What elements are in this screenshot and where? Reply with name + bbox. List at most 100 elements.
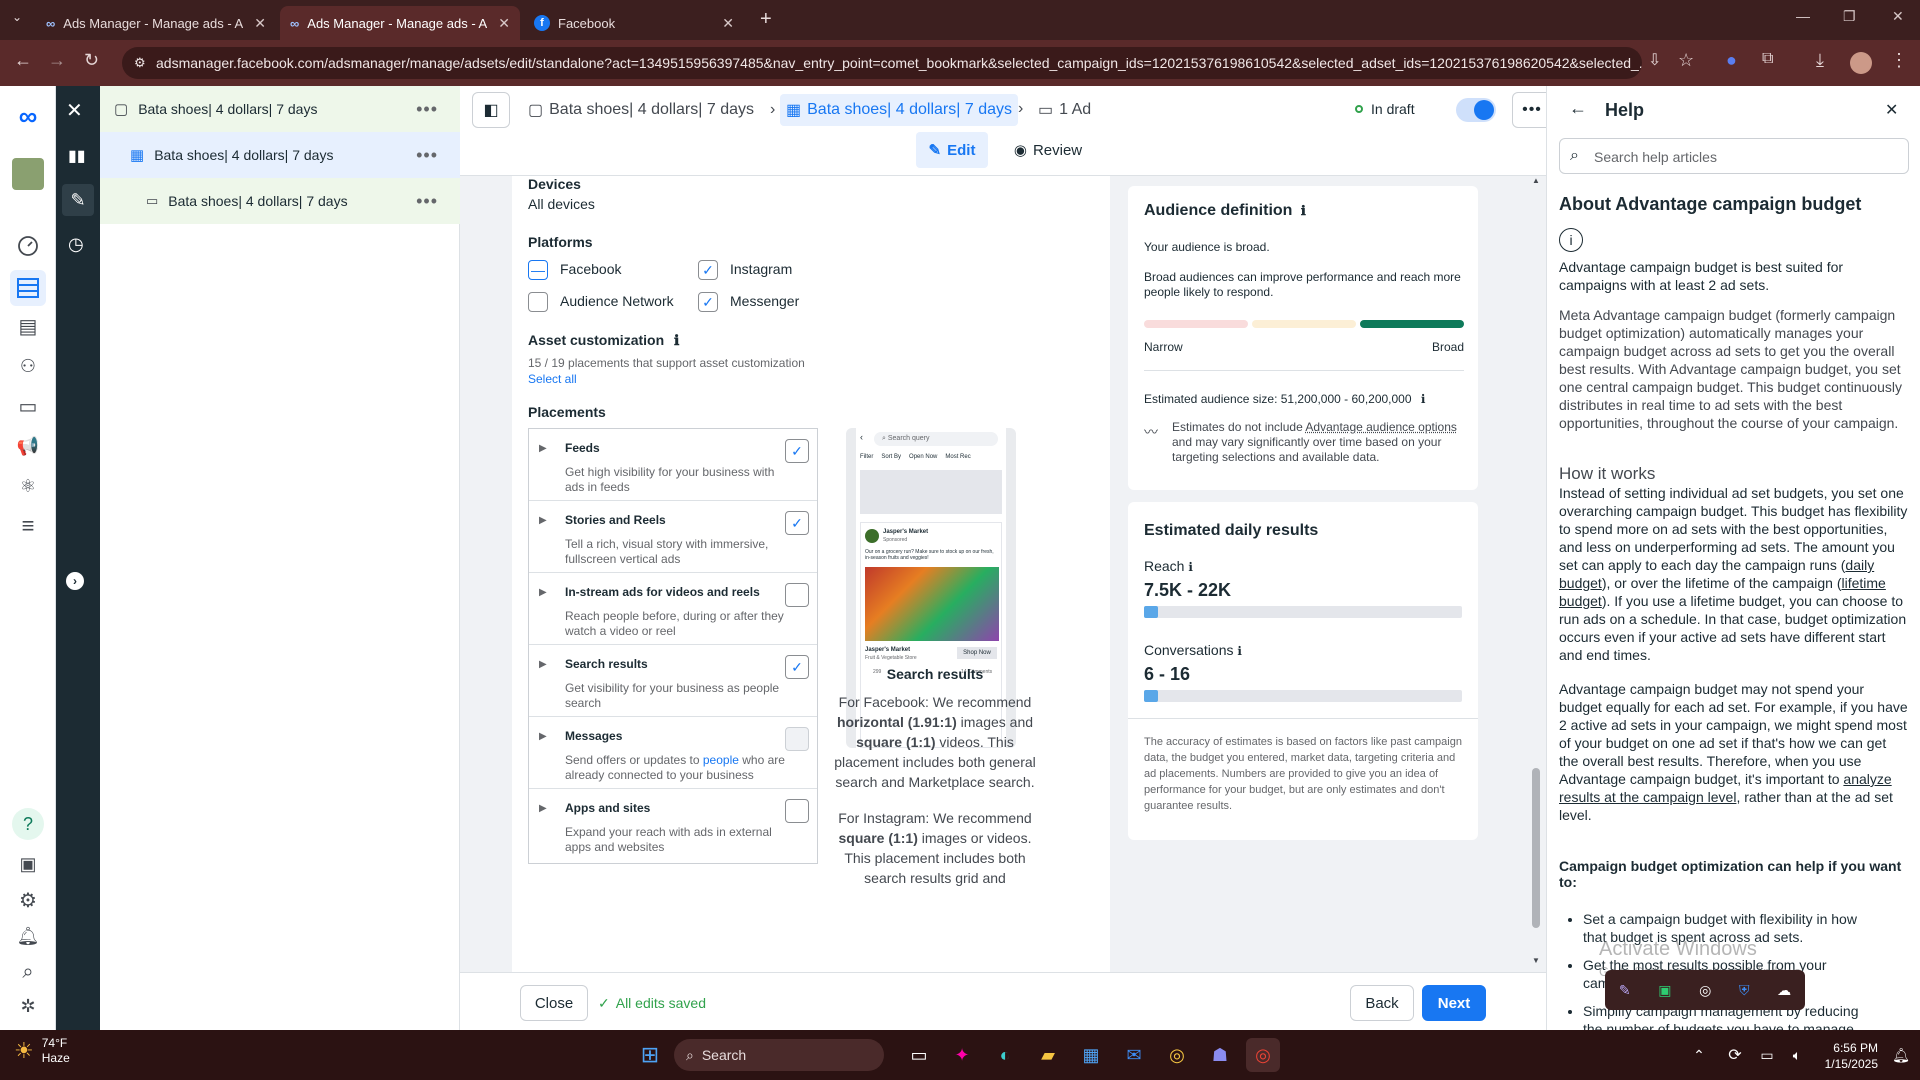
expand-triangle-icon[interactable]: ▶ (539, 515, 547, 526)
campaigns-table-icon[interactable] (10, 270, 46, 306)
puzzle-icon[interactable]: ⧉ (1762, 50, 1773, 68)
expand-triangle-icon[interactable]: ▶ (539, 587, 547, 598)
placement-apps-sites[interactable]: ▶ Apps and sites Expand your reach with … (529, 789, 817, 861)
expand-triangle-icon[interactable]: ▶ (539, 443, 547, 454)
outlook-icon[interactable]: ✉ (1117, 1038, 1151, 1072)
placement-instream[interactable]: ▶ In-stream ads for videos and reels Rea… (529, 573, 817, 645)
placement-checkbox[interactable] (785, 799, 809, 823)
more-options-icon[interactable]: ••• (416, 191, 438, 212)
expand-icon[interactable]: › (66, 572, 84, 590)
bookmark-star-icon[interactable]: ☆ (1678, 50, 1694, 71)
pages-icon[interactable]: ▤ (14, 312, 42, 340)
facebook-checkbox[interactable]: — (528, 260, 548, 280)
placement-search-results[interactable]: ▶ Search results Get visibility for your… (529, 645, 817, 717)
chrome-icon[interactable]: ◎ (1160, 1038, 1194, 1072)
browser-menu-icon[interactable]: ⋮ (1890, 50, 1908, 71)
info-icon[interactable]: ℹ (1188, 560, 1193, 574)
help-back-arrow-icon[interactable]: ← (1569, 98, 1587, 119)
back-arrow-icon[interactable]: ← (14, 50, 32, 71)
start-button[interactable]: ⊞ (633, 1038, 667, 1072)
toggle-panel-button[interactable]: ◧ (472, 92, 510, 128)
meta-logo-icon[interactable]: ∞ (14, 101, 42, 131)
notifications-bell-icon[interactable]: 🔔︎ (14, 922, 42, 950)
minimize-button[interactable]: — (1796, 8, 1810, 24)
browser-tab-1[interactable]: ∞ Ads Manager - Manage ads - A ✕ (36, 6, 276, 40)
select-all-link[interactable]: Select all (528, 372, 577, 386)
sync-icon[interactable]: ⟳ (1718, 1038, 1752, 1072)
restore-button[interactable]: ❐ (1843, 8, 1856, 25)
next-button[interactable]: Next (1422, 985, 1486, 1021)
defender-icon[interactable]: ⛨ (1739, 982, 1750, 999)
download-icon[interactable]: ⤓ (1816, 50, 1824, 71)
help-icon[interactable]: ? (12, 808, 44, 840)
info-icon[interactable]: ℹ (1421, 392, 1426, 406)
close-window-button[interactable]: ✕ (1892, 8, 1904, 25)
tree-item-campaign[interactable]: ▢ Bata shoes| 4 dollars| 7 days ••• (100, 86, 460, 132)
scroll-down-arrow-icon[interactable]: ▼ (1532, 956, 1540, 965)
url-field[interactable]: ⚙ adsmanager.facebook.com/adsmanager/man… (122, 47, 1642, 79)
site-info-icon[interactable]: ⚙ (134, 55, 146, 71)
account-avatar[interactable] (12, 158, 44, 190)
store-icon[interactable]: ▦ (1074, 1038, 1108, 1072)
close-icon[interactable]: ✕ (722, 15, 734, 32)
info-icon[interactable]: ℹ (674, 332, 679, 348)
notifications-icon[interactable]: 🔔︎ (1884, 1038, 1918, 1072)
app-icon[interactable]: ▣ (1658, 982, 1671, 999)
breadcrumb-campaign[interactable]: ▢ Bata shoes| 4 dollars| 7 days › (528, 100, 775, 120)
scroll-up-arrow-icon[interactable]: ▲ (1532, 176, 1540, 185)
debug-bug-icon[interactable]: ✲ (14, 992, 42, 1020)
instagram-checkbox[interactable]: ✓ (698, 260, 718, 280)
placement-checkbox[interactable] (785, 583, 809, 607)
browser-tab-2[interactable]: ∞ Ads Manager - Manage ads - A ✕ (280, 6, 520, 40)
all-tools-menu-icon[interactable]: ≡ (14, 512, 42, 540)
on-off-toggle[interactable] (1456, 98, 1496, 122)
extension-icon[interactable]: ● (1726, 50, 1737, 71)
review-tab[interactable]: ◉ Review (1006, 132, 1090, 168)
messenger-checkbox[interactable]: ✓ (698, 292, 718, 312)
billing-icon[interactable]: ▭ (14, 392, 42, 420)
volume-icon[interactable]: 🔈︎ (1780, 1038, 1814, 1072)
breadcrumb-adset[interactable]: ▦ Bata shoes| 4 dollars| 7 days (780, 94, 1018, 126)
advantage-audience-link[interactable]: Advantage audience options (1305, 420, 1456, 434)
placement-checkbox[interactable]: ✓ (785, 439, 809, 463)
weather-widget[interactable]: ☀ 74°F Haze (14, 1036, 70, 1066)
chart-icon[interactable]: ▮▮ (68, 146, 86, 166)
close-icon[interactable]: ✕ (254, 15, 266, 32)
campaign-megaphone-icon[interactable]: 📢 (14, 432, 42, 460)
help-search-input[interactable]: ⌕ Search help articles (1559, 138, 1909, 174)
chrome-profile-icon[interactable]: ◎ (1246, 1038, 1280, 1072)
tree-item-adset[interactable]: ▦ Bata shoes| 4 dollars| 7 days ••• (100, 132, 460, 178)
copilot-icon[interactable]: ✦ (945, 1038, 979, 1072)
tray-chevron-icon[interactable]: ⌃ (1682, 1038, 1716, 1072)
reports-icon[interactable]: ▣ (14, 850, 42, 878)
teams-icon[interactable]: ☗ (1203, 1038, 1237, 1072)
business-settings-icon[interactable]: ⚛ (14, 472, 42, 500)
network-icon[interactable]: ▭ (1750, 1038, 1784, 1072)
file-explorer-icon[interactable]: ▰ (1031, 1038, 1065, 1072)
breadcrumb-ad[interactable]: ▭ 1 Ad (1038, 100, 1091, 120)
edit-pencil-icon[interactable]: ✎ (62, 184, 94, 216)
more-options-icon[interactable]: ••• (416, 145, 438, 166)
install-icon[interactable]: ⇩ (1648, 50, 1661, 70)
search-icon[interactable]: ⌕ (14, 958, 42, 986)
settings-gear-icon[interactable]: ⚙ (14, 886, 42, 914)
dashboard-icon[interactable] (14, 232, 42, 260)
profile-avatar[interactable] (1850, 52, 1872, 74)
reload-icon[interactable]: ↻ (84, 50, 99, 71)
close-editor-icon[interactable]: ✕ (66, 98, 83, 123)
scroll-thumb[interactable] (1532, 768, 1540, 928)
taskbar-search[interactable]: ⌕ Search (674, 1039, 884, 1071)
edge-icon[interactable]: ◐ (988, 1038, 1022, 1072)
back-button[interactable]: Back (1350, 985, 1414, 1021)
forward-arrow-icon[interactable]: → (48, 50, 66, 71)
info-icon[interactable]: ℹ (1301, 203, 1306, 218)
placement-checkbox[interactable]: ✓ (785, 655, 809, 679)
info-icon[interactable]: ℹ (1237, 644, 1242, 658)
people-link[interactable]: people (703, 753, 739, 767)
placement-messages[interactable]: ▶ Messages Send offers or updates to peo… (529, 717, 817, 789)
placement-stories-reels[interactable]: ▶ Stories and Reels Tell a rich, visual … (529, 501, 817, 573)
close-icon[interactable]: ✕ (498, 15, 510, 32)
cloud-off-icon[interactable]: ☁ (1777, 982, 1791, 999)
more-options-icon[interactable]: ••• (416, 99, 438, 120)
edit-tab[interactable]: ✎ Edit (916, 132, 988, 168)
